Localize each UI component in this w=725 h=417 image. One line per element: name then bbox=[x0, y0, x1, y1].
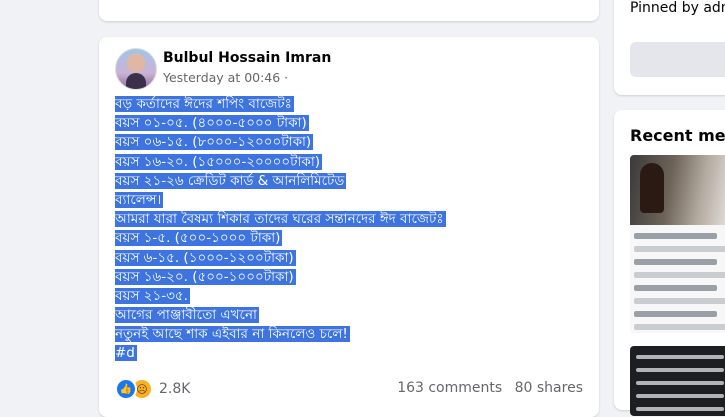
comments-count[interactable]: 163 comments bbox=[397, 380, 502, 396]
selected-text: আগের পাঞ্জাবীতো এখনো bbox=[115, 307, 259, 324]
selected-text: #d bbox=[115, 345, 137, 362]
selected-text: বয়স ০৬-১৫. (৮০০০-১২০০০টাকা) bbox=[115, 134, 314, 151]
post-text-line: বয়স ২১-২৬ ক্রেডিট কার্ড & আনলিমিটেড bbox=[115, 172, 585, 191]
post-text-line: বয়স ১-৫. (৫০০-১০০০ টাকা) bbox=[115, 229, 585, 248]
media-photo bbox=[630, 155, 725, 225]
post-text-line: নতুনই আছে শাক এইবার না কিনলেও চলে! bbox=[115, 325, 585, 344]
selected-text: বয়স ১-৫. (৫০০-১০০০ টাকা) bbox=[115, 230, 283, 247]
post-text-line: #d bbox=[115, 344, 585, 363]
reaction-summary[interactable]: 👍 ☹ 2.8K bbox=[115, 378, 190, 400]
selected-text: বয়স ৬-১৫. (১০০০-১২০০টাকা) bbox=[115, 249, 296, 266]
post-text-line: বয়স ৬-১৫. (১০০০-১২০০টাকা) bbox=[115, 249, 585, 268]
post-timestamp[interactable]: Yesterday at 00:46 · bbox=[163, 70, 288, 85]
selected-text: আমরা যারা বৈষম্য শিকার তাদের ঘরের সন্তান… bbox=[115, 211, 446, 228]
pinned-card: Pinned by adm bbox=[614, 0, 725, 95]
media-thumbnail[interactable] bbox=[630, 155, 725, 333]
reaction-count[interactable]: 2.8K bbox=[159, 381, 190, 397]
post-text-line: ব্যালেন্স। bbox=[115, 191, 585, 210]
recent-media-title: Recent medi bbox=[630, 126, 725, 145]
selected-text: ব্যালেন্স। bbox=[115, 191, 164, 208]
post-text-line: বয়স ২১-৩৫. bbox=[115, 287, 585, 306]
selected-text: বড় কর্তাদের ঈদের শপিং বাজেটঃ bbox=[115, 96, 294, 112]
selected-text: বয়স ১৬-২০. (১৫০০০-২০০০০টাকা) bbox=[115, 153, 322, 170]
post-text-line: আগের পাঞ্জাবীতো এখনো bbox=[115, 306, 585, 325]
media-text-preview bbox=[634, 233, 725, 333]
author-avatar[interactable] bbox=[115, 48, 157, 90]
post-card: Bulbul Hossain Imran Yesterday at 00:46 … bbox=[99, 37, 599, 417]
selected-text: বয়স ২১-৩৫. bbox=[115, 287, 190, 304]
pinned-action-button[interactable] bbox=[630, 42, 725, 77]
selected-text: বয়স ০১-০৫. (৪০০০-৫০০০ টাকা) bbox=[115, 115, 309, 132]
pinned-label: Pinned by adm bbox=[630, 0, 725, 16]
recent-media-card: Recent medi bbox=[614, 110, 725, 416]
composer-card bbox=[99, 0, 599, 21]
post-author-name[interactable]: Bulbul Hossain Imran bbox=[163, 50, 331, 66]
post-text-line: বড় কর্তাদের ঈদের শপিং বাজেটঃ bbox=[115, 95, 585, 114]
selected-text: বয়স ১৬-২০. (৫০০-১০০০টাকা) bbox=[115, 268, 296, 285]
media-thumbnail[interactable] bbox=[630, 346, 725, 416]
post-stats: 163 comments 80 shares bbox=[397, 380, 583, 396]
post-text-line: আমরা যারা বৈষম্য শিকার তাদের ঘরের সন্তান… bbox=[115, 210, 585, 229]
selected-text: নতুনই আছে শাক এইবার না কিনলেও চলে! bbox=[115, 326, 350, 343]
shares-count[interactable]: 80 shares bbox=[515, 380, 583, 396]
selected-text: বয়স ২১-২৬ ক্রেডিট কার্ড & আনলিমিটেড bbox=[115, 172, 347, 189]
post-text: বড় কর্তাদের ঈদের শপিং বাজেটঃ বয়স ০১-০৫.… bbox=[115, 95, 585, 364]
like-icon: 👍 bbox=[115, 378, 137, 400]
post-text-line: বয়স ০৬-১৫. (৮০০০-১২০০০টাকা) bbox=[115, 133, 585, 152]
post-text-line: বয়স ০১-০৫. (৪০০০-৫০০০ টাকা) bbox=[115, 114, 585, 133]
post-text-line: বয়স ১৬-২০. (৫০০-১০০০টাকা) bbox=[115, 268, 585, 287]
post-text-line: বয়স ১৬-২০. (১৫০০০-২০০০০টাকা) bbox=[115, 153, 585, 172]
